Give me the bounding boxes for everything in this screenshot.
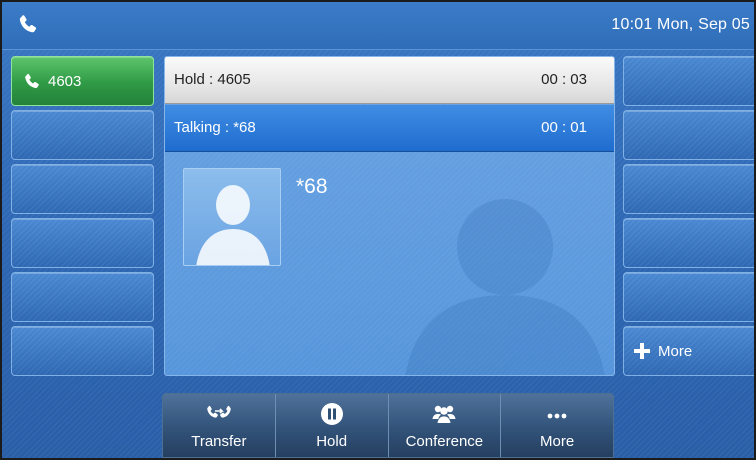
held-call-label: Hold : 4605 [174, 71, 251, 88]
ellipsis-icon [547, 413, 567, 419]
line-key-empty[interactable] [11, 164, 154, 214]
active-call-row[interactable]: Talking : *68 00 : 01 [165, 105, 614, 152]
call-panel: Hold : 4605 00 : 03 Talking : *68 00 : 0… [164, 56, 615, 376]
conference-icon [432, 405, 456, 423]
phone-handset-icon [25, 73, 39, 89]
plus-icon [634, 343, 650, 359]
right-keys: More [623, 56, 754, 380]
held-call-row[interactable]: Hold : 4605 00 : 03 [165, 57, 614, 104]
contact-photo [183, 168, 281, 266]
transfer-button[interactable]: Transfer [163, 394, 276, 457]
held-call-timer: 00 : 03 [541, 71, 587, 88]
hold-label: Hold [316, 433, 348, 450]
line-key-4603[interactable]: 4603 [11, 56, 154, 106]
right-key-empty[interactable] [623, 110, 754, 160]
more-keys-button[interactable]: More [623, 326, 754, 376]
line-key-empty[interactable] [11, 110, 154, 160]
active-call-label: Talking : *68 [174, 119, 256, 136]
more-button[interactable]: More [501, 394, 613, 457]
right-key-empty[interactable] [623, 218, 754, 268]
pause-icon [320, 403, 343, 425]
date-time: 10:01 Mon, Sep 05 [611, 16, 750, 33]
phone-icon [19, 15, 37, 33]
line-key-empty[interactable] [11, 218, 154, 268]
line-key-label: 4603 [48, 73, 82, 90]
right-key-empty[interactable] [623, 164, 754, 214]
phone-screen: 10:01 Mon, Sep 05 4603 Hold : 4605 00 : … [0, 0, 756, 460]
transfer-icon [207, 405, 231, 418]
contact-name: *68 [296, 175, 328, 198]
conference-label: Conference [405, 433, 484, 450]
conference-button[interactable]: Conference [388, 394, 502, 457]
softkey-bar: Transfer Hold Conference More [162, 393, 614, 458]
transfer-label: Transfer [191, 433, 247, 450]
right-key-empty[interactable] [623, 56, 754, 106]
active-call-timer: 00 : 01 [541, 119, 587, 136]
background-silhouette-icon [405, 199, 605, 375]
hold-button[interactable]: Hold [275, 394, 389, 457]
line-key-empty[interactable] [11, 272, 154, 322]
contact-silhouette-icon [196, 185, 270, 265]
more-label: More [540, 433, 575, 450]
line-key-empty[interactable] [11, 326, 154, 376]
status-bar: 10:01 Mon, Sep 05 [2, 2, 754, 50]
more-keys-label: More [658, 343, 693, 360]
right-key-empty[interactable] [623, 272, 754, 322]
line-keys: 4603 [11, 56, 154, 380]
